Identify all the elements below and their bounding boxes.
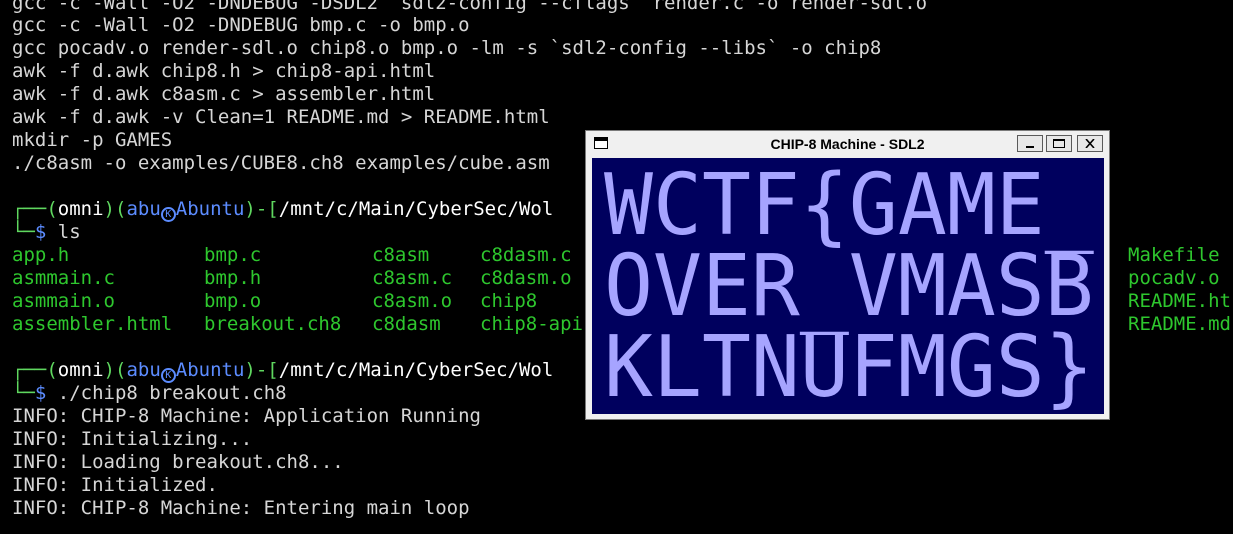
- prompt-path: /mnt/c/Main/CyberSec/Wol: [278, 198, 554, 220]
- sdl-window[interactable]: CHIP-8 Machine - SDL2 WCTF{GAME_ OVER_VM…: [585, 130, 1110, 420]
- file-entry: app.h: [12, 244, 70, 266]
- build-line: gcc -c -Wall -O2 -DNDEBUG -DSDL2 `sdl2-c…: [12, 0, 928, 14]
- build-line: gcc pocadv.o render-sdl.o chip8.o bmp.o …: [12, 37, 882, 59]
- prompt-command-line: └─$ ls: [12, 221, 81, 243]
- file-entry: c8dasm: [372, 313, 441, 335]
- display-text-line: KLTNUFMGS}: [604, 318, 1094, 414]
- output-line: INFO: Loading breakout.ch8...: [12, 451, 344, 473]
- window-titlebar[interactable]: CHIP-8 Machine - SDL2: [586, 131, 1109, 157]
- build-line: ./c8asm -o examples/CUBE8.ch8 examples/c…: [12, 152, 550, 174]
- prompt-user: abu: [126, 359, 161, 381]
- file-entry: c8asm: [372, 244, 430, 266]
- close-button[interactable]: [1077, 135, 1103, 152]
- file-entry: chip8: [480, 290, 538, 312]
- file-entry: bmp.c: [204, 244, 262, 266]
- file-entry: README.ht: [1128, 290, 1231, 312]
- build-line: gcc -c -Wall -O2 -DNDEBUG bmp.c -o bmp.o: [12, 14, 470, 36]
- output-line: INFO: Initializing...: [12, 428, 253, 450]
- output-line: INFO: Initialized.: [12, 474, 218, 496]
- file-entry: c8asm.o: [372, 290, 453, 312]
- prompt-path: /mnt/c/Main/CyberSec/Wol: [278, 359, 554, 381]
- file-entry: c8asm.c: [372, 267, 453, 289]
- chip8-display[interactable]: WCTF{GAME_ OVER_VMASB KLTNUFMGS}: [592, 158, 1104, 414]
- file-entry: asmmain.o: [12, 290, 115, 312]
- build-line: awk -f d.awk chip8.h > chip8-api.html: [12, 60, 436, 82]
- file-entry: c8dasm.o: [480, 267, 572, 289]
- display-text-line: OVER_VMASB: [604, 237, 1094, 336]
- file-entry: asmmain.c: [12, 267, 115, 289]
- file-entry: README.md: [1128, 313, 1231, 335]
- file-entry: pocadv.o: [1128, 267, 1220, 289]
- display-text-line: WCTF{GAME_: [604, 158, 1094, 255]
- file-entry: bmp.h: [204, 267, 262, 289]
- build-line: awk -f d.awk c8asm.c > assembler.html: [12, 83, 436, 105]
- command-text: ls: [57, 221, 81, 243]
- output-line: INFO: CHIP-8 Machine: Entering main loop: [12, 497, 470, 519]
- kali-logo-icon: K: [160, 368, 176, 383]
- file-entry: c8dasm.c: [480, 244, 572, 266]
- prompt-host: Abuntu: [175, 359, 245, 381]
- file-entry: assembler.html: [12, 313, 173, 335]
- file-entry: bmp.o: [204, 290, 262, 312]
- file-entry: breakout.ch8: [204, 313, 342, 335]
- build-line: awk -f d.awk -v Clean=1 README.md > READ…: [12, 106, 550, 128]
- close-icon: [1085, 139, 1095, 148]
- prompt-header: ┌──(omni)(abu K Abuntu)-[/mnt/c/Main/Cyber…: [12, 198, 554, 222]
- build-line: mkdir -p GAMES: [12, 129, 173, 151]
- minimize-button[interactable]: [1017, 135, 1043, 152]
- output-line: INFO: CHIP-8 Machine: Application Runnin…: [12, 405, 481, 427]
- file-entry: chip8-api: [480, 313, 583, 335]
- kali-logo-icon: K: [160, 207, 176, 222]
- file-entry: Makefile: [1128, 244, 1220, 266]
- prompt-command-line: └─$ ./chip8 breakout.ch8: [12, 382, 287, 404]
- maximize-button[interactable]: [1046, 135, 1072, 152]
- prompt-header: ┌──(omni)(abu K Abuntu)-[/mnt/c/Main/Cyber…: [12, 359, 554, 383]
- command-text: ./chip8 breakout.ch8: [57, 382, 287, 404]
- prompt-host: Abuntu: [175, 198, 245, 220]
- prompt-user: abu: [126, 198, 161, 220]
